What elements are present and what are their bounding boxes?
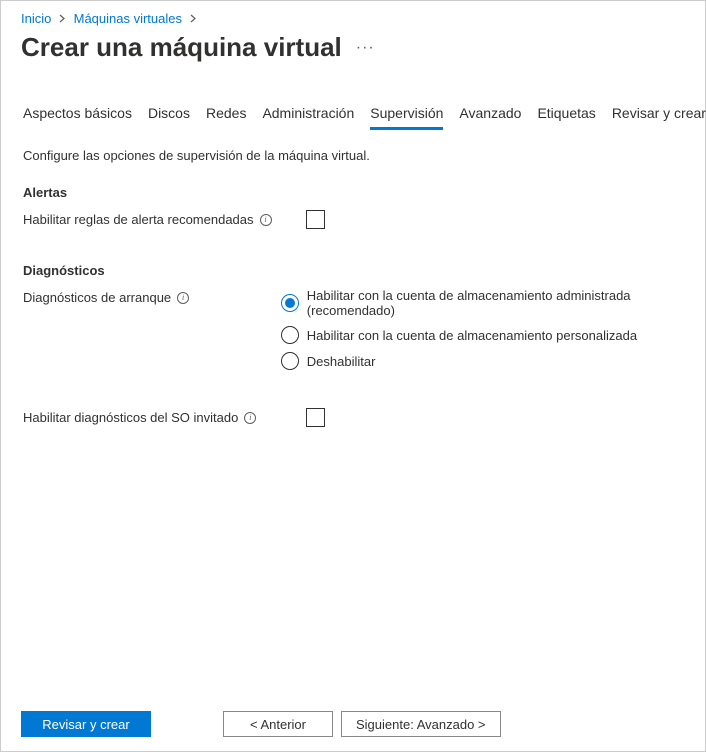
- guest-os-diagnostics-label: Habilitar diagnósticos del SO invitado: [23, 410, 238, 425]
- breadcrumb: Inicio Máquinas virtuales: [1, 1, 705, 26]
- guest-os-diagnostics-row: Habilitar diagnósticos del SO invitado i: [23, 408, 683, 427]
- review-create-button[interactable]: Revisar y crear: [21, 711, 151, 737]
- footer: Revisar y crear < Anterior Siguiente: Av…: [21, 711, 685, 737]
- info-icon[interactable]: i: [177, 292, 189, 304]
- page-title: Crear una máquina virtual: [21, 32, 342, 63]
- radio-icon: [281, 352, 299, 370]
- radio-icon: [281, 326, 299, 344]
- tab-tags[interactable]: Etiquetas: [537, 105, 595, 130]
- intro-text: Configure las opciones de supervisión de…: [23, 148, 683, 163]
- boot-option-custom[interactable]: Habilitar con la cuenta de almacenamient…: [281, 326, 683, 344]
- tab-monitoring[interactable]: Supervisión: [370, 105, 443, 130]
- breadcrumb-vms[interactable]: Máquinas virtuales: [74, 11, 182, 26]
- alerts-enable-row: Habilitar reglas de alerta recomendadas …: [23, 210, 683, 229]
- info-icon[interactable]: i: [260, 214, 272, 226]
- boot-diagnostics-label: Diagnósticos de arranque: [23, 290, 171, 305]
- boot-option-disable[interactable]: Deshabilitar: [281, 352, 683, 370]
- boot-option-custom-label: Habilitar con la cuenta de almacenamient…: [307, 328, 637, 343]
- diagnostics-heading: Diagnósticos: [23, 263, 683, 278]
- boot-diagnostics-radio-group: Habilitar con la cuenta de almacenamient…: [281, 288, 683, 370]
- previous-button[interactable]: < Anterior: [223, 711, 333, 737]
- tab-review[interactable]: Revisar y crear: [612, 105, 706, 130]
- tabs: Aspectos básicos Discos Redes Administra…: [1, 63, 705, 130]
- alerts-enable-checkbox[interactable]: [306, 210, 325, 229]
- content: Configure las opciones de supervisión de…: [1, 130, 705, 427]
- info-icon[interactable]: i: [244, 412, 256, 424]
- boot-option-disable-label: Deshabilitar: [307, 354, 376, 369]
- alerts-heading: Alertas: [23, 185, 683, 200]
- tab-basics[interactable]: Aspectos básicos: [23, 105, 132, 130]
- radio-icon: [281, 294, 299, 312]
- boot-option-managed-label: Habilitar con la cuenta de almacenamient…: [307, 288, 683, 318]
- page-title-row: Crear una máquina virtual ···: [1, 26, 705, 63]
- boot-diagnostics-row: Diagnósticos de arranque i Habilitar con…: [23, 288, 683, 370]
- breadcrumb-home[interactable]: Inicio: [21, 11, 51, 26]
- boot-option-managed[interactable]: Habilitar con la cuenta de almacenamient…: [281, 288, 683, 318]
- chevron-right-icon: [59, 14, 66, 26]
- more-actions-icon[interactable]: ···: [356, 39, 375, 57]
- tab-management[interactable]: Administración: [262, 105, 354, 130]
- alerts-enable-label: Habilitar reglas de alerta recomendadas: [23, 212, 254, 227]
- next-button[interactable]: Siguiente: Avanzado >: [341, 711, 501, 737]
- chevron-right-icon: [190, 14, 197, 26]
- guest-os-diagnostics-checkbox[interactable]: [306, 408, 325, 427]
- tab-disks[interactable]: Discos: [148, 105, 190, 130]
- tab-networking[interactable]: Redes: [206, 105, 246, 130]
- tab-advanced[interactable]: Avanzado: [459, 105, 521, 130]
